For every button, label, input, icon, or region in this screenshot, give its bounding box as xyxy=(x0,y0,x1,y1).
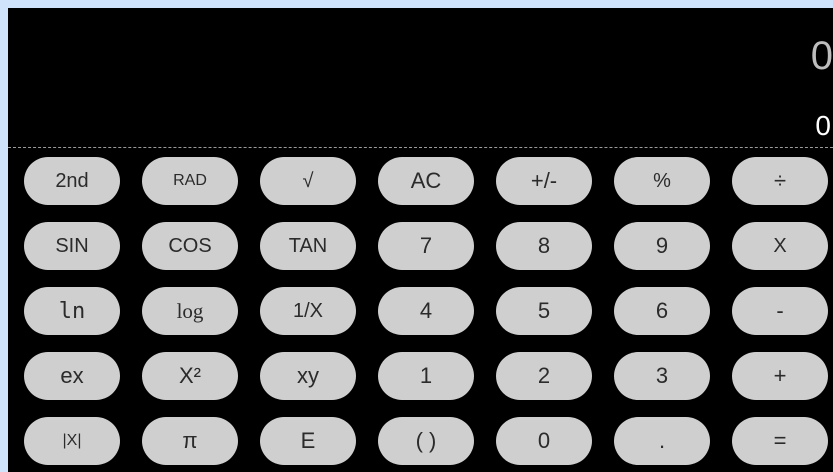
reciprocal-button[interactable]: 1/X xyxy=(260,287,356,335)
digit-7-button[interactable]: 7 xyxy=(378,222,474,270)
digit-9-button[interactable]: 9 xyxy=(614,222,710,270)
digit-2-button[interactable]: 2 xyxy=(496,352,592,400)
all-clear-button[interactable]: AC xyxy=(378,157,474,205)
calculator: 0 0 2nd RAD √ AC +/- % ÷ SIN COS TAN 7 8… xyxy=(8,8,833,472)
percent-button[interactable]: % xyxy=(614,157,710,205)
log-button[interactable]: log xyxy=(142,287,238,335)
plus-minus-button[interactable]: +/- xyxy=(496,157,592,205)
square-root-button[interactable]: √ xyxy=(260,157,356,205)
digit-6-button[interactable]: 6 xyxy=(614,287,710,335)
plus-button[interactable]: + xyxy=(732,352,828,400)
euler-e-button[interactable]: E xyxy=(260,417,356,465)
divide-button[interactable]: ÷ xyxy=(732,157,828,205)
tan-button[interactable]: TAN xyxy=(260,222,356,270)
digit-0-button[interactable]: 0 xyxy=(496,417,592,465)
multiply-button[interactable]: X xyxy=(732,222,828,270)
natural-log-button[interactable]: ln xyxy=(24,287,120,335)
power-button[interactable]: xy xyxy=(260,352,356,400)
digit-4-button[interactable]: 4 xyxy=(378,287,474,335)
parentheses-button[interactable]: ( ) xyxy=(378,417,474,465)
sin-button[interactable]: SIN xyxy=(24,222,120,270)
digit-8-button[interactable]: 8 xyxy=(496,222,592,270)
display-divider xyxy=(8,147,833,148)
cos-button[interactable]: COS xyxy=(142,222,238,270)
square-button[interactable]: X² xyxy=(142,352,238,400)
display-area: 0 0 xyxy=(8,8,833,147)
equals-button[interactable]: = xyxy=(732,417,828,465)
digit-5-button[interactable]: 5 xyxy=(496,287,592,335)
exponential-button[interactable]: ex xyxy=(24,352,120,400)
rad-mode-button[interactable]: RAD xyxy=(142,157,238,205)
minus-button[interactable]: - xyxy=(732,287,828,335)
digit-3-button[interactable]: 3 xyxy=(614,352,710,400)
absolute-value-button[interactable]: |X| xyxy=(24,417,120,465)
digit-1-button[interactable]: 1 xyxy=(378,352,474,400)
result-preview-value: 0 xyxy=(815,110,831,141)
decimal-point-button[interactable]: . xyxy=(614,417,710,465)
pi-button[interactable]: π xyxy=(142,417,238,465)
main-display-value: 0 xyxy=(810,34,833,78)
second-function-button[interactable]: 2nd xyxy=(24,157,120,205)
